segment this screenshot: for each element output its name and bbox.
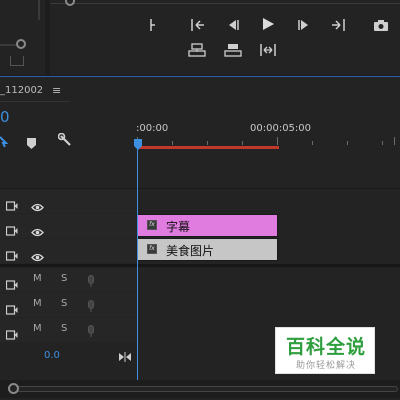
- play-icon[interactable]: [257, 15, 279, 33]
- work-area-bar[interactable]: [137, 146, 279, 149]
- ruler-tick: [242, 141, 243, 145]
- video-track-v1[interactable]: [0, 239, 137, 263]
- voiceover-mic-icon[interactable]: [87, 298, 95, 317]
- ruler-start-label: :00:00: [136, 123, 169, 134]
- sync-lock-icon[interactable]: [5, 275, 18, 294]
- subtitle-clip[interactable]: fx 字幕: [137, 214, 278, 237]
- go-to-end-icon[interactable]: [118, 347, 132, 366]
- go-to-in-icon[interactable]: [187, 16, 209, 34]
- solo-button[interactable]: S: [61, 298, 67, 309]
- monitor-playhead[interactable]: [65, 0, 75, 6]
- zoom-slider-knob[interactable]: [16, 39, 26, 49]
- scrollbar-handle[interactable]: [8, 383, 19, 394]
- voiceover-mic-icon[interactable]: [87, 273, 95, 292]
- sync-lock-icon[interactable]: [5, 221, 18, 240]
- food-image-clip[interactable]: fx 美食图片: [137, 238, 278, 261]
- sync-lock-icon[interactable]: [5, 196, 18, 215]
- ruler-tick: [394, 137, 395, 145]
- scrollbar-track[interactable]: [8, 386, 398, 392]
- watermark-title: 百科全说: [285, 336, 366, 358]
- sequence-tab[interactable]: _112002: [0, 85, 43, 99]
- wrench-icon[interactable]: [57, 132, 72, 151]
- master-track[interactable]: 0.0: [0, 342, 137, 370]
- playhead-timecode[interactable]: 0: [0, 108, 10, 126]
- export-icon[interactable]: [10, 56, 24, 66]
- solo-button[interactable]: S: [61, 323, 67, 334]
- ruler-tick: [382, 141, 383, 145]
- export-frame-icon[interactable]: [370, 16, 392, 34]
- mute-button[interactable]: M: [33, 298, 42, 309]
- step-forward-icon[interactable]: [293, 16, 315, 34]
- watermark-subtitle: 助你轻松解决: [295, 361, 356, 371]
- step-back-icon[interactable]: [222, 16, 244, 34]
- program-monitor: [50, 0, 400, 75]
- ruler-tick: [347, 141, 348, 145]
- sync-lock-icon[interactable]: [5, 246, 18, 265]
- sync-lock-icon[interactable]: [5, 300, 18, 319]
- video-track-v3[interactable]: [0, 189, 137, 213]
- tab-underline: [0, 101, 70, 102]
- playhead-line[interactable]: [137, 147, 138, 381]
- voiceover-mic-icon[interactable]: [87, 323, 95, 342]
- panel-divider: [38, 0, 40, 20]
- mark-in-icon[interactable]: [142, 16, 164, 34]
- extract-icon[interactable]: [222, 41, 244, 59]
- sequence-menu-icon[interactable]: ≡: [52, 84, 61, 97]
- snap-icon[interactable]: [0, 132, 9, 151]
- mute-button[interactable]: M: [33, 273, 42, 284]
- timeline-zoom-scrollbar[interactable]: [0, 380, 400, 398]
- master-level-value[interactable]: 0.0: [44, 350, 60, 361]
- monitor-timebar[interactable]: [50, 3, 400, 4]
- audio-track-a1[interactable]: M S: [0, 268, 137, 292]
- playhead-head-icon[interactable]: [134, 135, 142, 154]
- watermark-badge: 百科全说 助你轻松解决: [275, 327, 375, 374]
- clip-label: 字幕: [166, 220, 191, 234]
- trim-icon[interactable]: [257, 41, 279, 59]
- ruler-mark-label: 00:00:05:00: [250, 123, 312, 134]
- ruler-tick: [172, 141, 173, 145]
- video-audio-divider[interactable]: [0, 264, 400, 267]
- audio-track-a2[interactable]: M S: [0, 293, 137, 317]
- add-marker-icon[interactable]: [27, 134, 36, 153]
- mute-button[interactable]: M: [33, 323, 42, 334]
- ruler-tick: [207, 141, 208, 145]
- solo-button[interactable]: S: [61, 273, 67, 284]
- lift-icon[interactable]: [186, 41, 208, 59]
- ruler-tick: [277, 137, 278, 145]
- ruler-tick: [312, 141, 313, 145]
- project-panel: [0, 0, 45, 75]
- audio-track-a3[interactable]: M S: [0, 318, 137, 342]
- clip-label: 美食图片: [166, 244, 215, 258]
- fx-badge-icon: fx: [147, 220, 157, 230]
- go-to-out-icon[interactable]: [327, 16, 349, 34]
- fx-badge-icon: fx: [147, 244, 157, 254]
- video-track-v2[interactable]: [0, 214, 137, 238]
